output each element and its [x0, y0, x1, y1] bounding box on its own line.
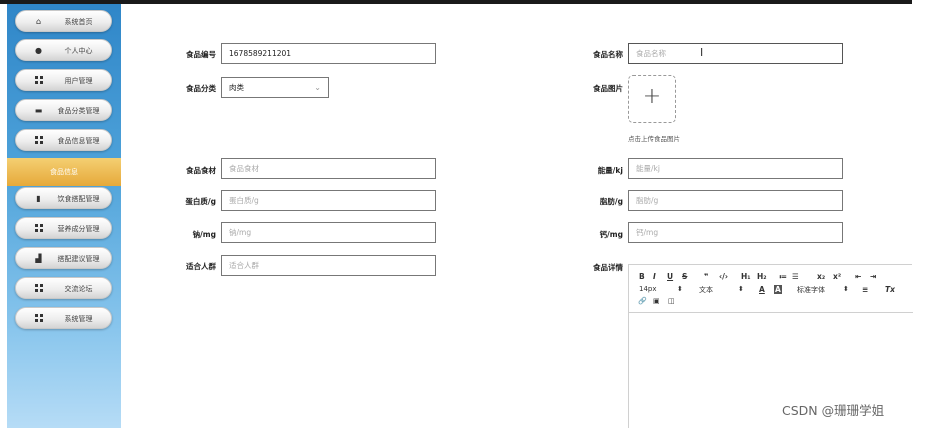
- protein-input[interactable]: 蛋白质/g: [221, 190, 436, 211]
- chevron-down-icon: ⌄: [314, 83, 321, 92]
- sidebar-item-label: 营养成分管理: [57, 225, 100, 233]
- video-icon[interactable]: ◫: [668, 297, 675, 305]
- grid-icon: [34, 136, 43, 145]
- audience-input[interactable]: 适合人群: [221, 255, 436, 276]
- user-icon: ●: [35, 46, 42, 55]
- ingredients-label: 食品食材: [186, 166, 216, 175]
- sidebar-item-food-category[interactable]: ▬ 食品分类管理: [15, 99, 112, 121]
- watermark: CSDN @珊珊学姐: [782, 403, 885, 418]
- font-size-select[interactable]: 14px: [639, 285, 657, 293]
- unordered-list-button[interactable]: ☰: [792, 272, 799, 281]
- category-select[interactable]: 肉类 ⌄: [221, 77, 329, 98]
- bar-chart-icon: ▟: [35, 254, 42, 263]
- sodium-input[interactable]: 钠/mg: [221, 222, 436, 243]
- protein-label: 蛋白质/g: [185, 197, 216, 206]
- top-bar: [0, 0, 912, 4]
- text-cursor-icon: I: [700, 46, 704, 59]
- category-value: 肉类: [229, 83, 244, 92]
- sidebar-item-food-info[interactable]: 食品信息管理: [15, 129, 112, 151]
- sidebar-item-label: 搭配建议管理: [57, 255, 100, 263]
- sidebar-item-label: 系统首页: [64, 18, 93, 26]
- sidebar: ⌂ 系统首页 ● 个人中心 用户管理 ▬ 食品分类管理 食品信息管理 食品信息 …: [7, 4, 121, 428]
- sidebar-item-home[interactable]: ⌂ 系统首页: [15, 10, 112, 32]
- subscript-button[interactable]: x₂: [817, 272, 825, 281]
- dropdown-arrow-icon: ⬍: [843, 285, 849, 293]
- food-name-label: 食品名称: [593, 50, 623, 59]
- image-upload-button[interactable]: +: [628, 75, 676, 123]
- indent-button[interactable]: ⇥: [870, 272, 876, 281]
- energy-input[interactable]: 能量/kj: [628, 158, 843, 179]
- sidebar-item-suggestions[interactable]: ▟ 搭配建议管理: [15, 247, 112, 269]
- outdent-button[interactable]: ⇤: [855, 272, 861, 281]
- fat-label: 脂肪/g: [599, 197, 623, 206]
- sidebar-item-label: 用户管理: [64, 77, 93, 85]
- superscript-button[interactable]: x²: [833, 272, 841, 281]
- h2-button[interactable]: H₂: [757, 272, 767, 281]
- calcium-label: 钙/mg: [599, 230, 623, 239]
- ingredients-input[interactable]: 食品食材: [221, 158, 436, 179]
- editor-toolbar: B I U S ❞ ‹/› H₁ H₂ ≔ ☰ x₂ x² ⇤ ⇥ 14px ⬍…: [629, 265, 913, 313]
- strikethrough-button[interactable]: S: [682, 272, 687, 281]
- sidebar-item-label: 系统管理: [64, 315, 93, 323]
- sidebar-item-label: 饮食搭配管理: [57, 195, 100, 203]
- sidebar-item-forum[interactable]: 交流论坛: [15, 277, 112, 299]
- food-image-label: 食品图片: [593, 84, 623, 93]
- audience-label: 适合人群: [186, 262, 216, 271]
- align-button[interactable]: ≡: [862, 285, 868, 294]
- food-name-input[interactable]: 食品名称: [628, 43, 843, 64]
- sidebar-item-label: 食品分类管理: [57, 107, 100, 115]
- sidebar-item-label: 个人中心: [64, 47, 93, 55]
- clipboard-icon: ▮: [36, 194, 41, 203]
- sidebar-item-diet-pairing[interactable]: ▮ 饮食搭配管理: [15, 187, 112, 209]
- grid-icon: [34, 284, 43, 293]
- upload-hint: 点击上传食品图片: [628, 135, 680, 143]
- details-label: 食品详情: [593, 263, 623, 272]
- dropdown-arrow-icon: ⬍: [677, 285, 683, 293]
- category-label: 食品分类: [186, 84, 216, 93]
- food-no-field[interactable]: 1678589211201: [221, 43, 436, 64]
- fat-input[interactable]: 脂肪/g: [628, 190, 843, 211]
- sidebar-item-label: 食品信息管理: [57, 137, 100, 145]
- background-color-button[interactable]: A: [774, 285, 782, 294]
- clear-format-button[interactable]: Tx: [885, 285, 895, 294]
- sidebar-item-system[interactable]: 系统管理: [15, 307, 112, 329]
- grid-icon: [34, 76, 43, 85]
- sodium-label: 钠/mg: [192, 230, 216, 239]
- briefcase-icon: ▬: [34, 106, 43, 115]
- font-color-button[interactable]: A: [759, 285, 765, 294]
- h1-button[interactable]: H₁: [741, 272, 751, 281]
- home-icon: ⌂: [35, 17, 42, 26]
- underline-button[interactable]: U: [667, 272, 673, 281]
- energy-label: 能量/kj: [597, 166, 623, 175]
- sidebar-item-users[interactable]: 用户管理: [15, 69, 112, 91]
- italic-button[interactable]: I: [653, 272, 656, 281]
- sidebar-item-profile[interactable]: ● 个人中心: [15, 39, 112, 61]
- image-icon[interactable]: ▣: [653, 297, 660, 305]
- text-style-select[interactable]: 文本: [699, 285, 713, 295]
- calcium-input[interactable]: 钙/mg: [628, 222, 843, 243]
- grid-icon: [34, 314, 43, 323]
- dropdown-arrow-icon: ⬍: [738, 285, 744, 293]
- ordered-list-button[interactable]: ≔: [779, 272, 787, 281]
- sidebar-item-food-info-active[interactable]: 食品信息: [7, 158, 121, 186]
- quote-button[interactable]: ❞: [704, 272, 708, 281]
- sidebar-item-nutrition[interactable]: 营养成分管理: [15, 217, 112, 239]
- link-icon[interactable]: 🔗: [638, 297, 647, 305]
- food-no-label: 食品编号: [186, 50, 216, 59]
- grid-icon: [34, 224, 43, 233]
- sidebar-item-label: 交流论坛: [64, 285, 93, 293]
- code-button[interactable]: ‹/›: [719, 272, 728, 281]
- bold-button[interactable]: B: [639, 272, 645, 281]
- font-family-select[interactable]: 标准字体: [797, 285, 825, 295]
- plus-icon: +: [642, 84, 662, 109]
